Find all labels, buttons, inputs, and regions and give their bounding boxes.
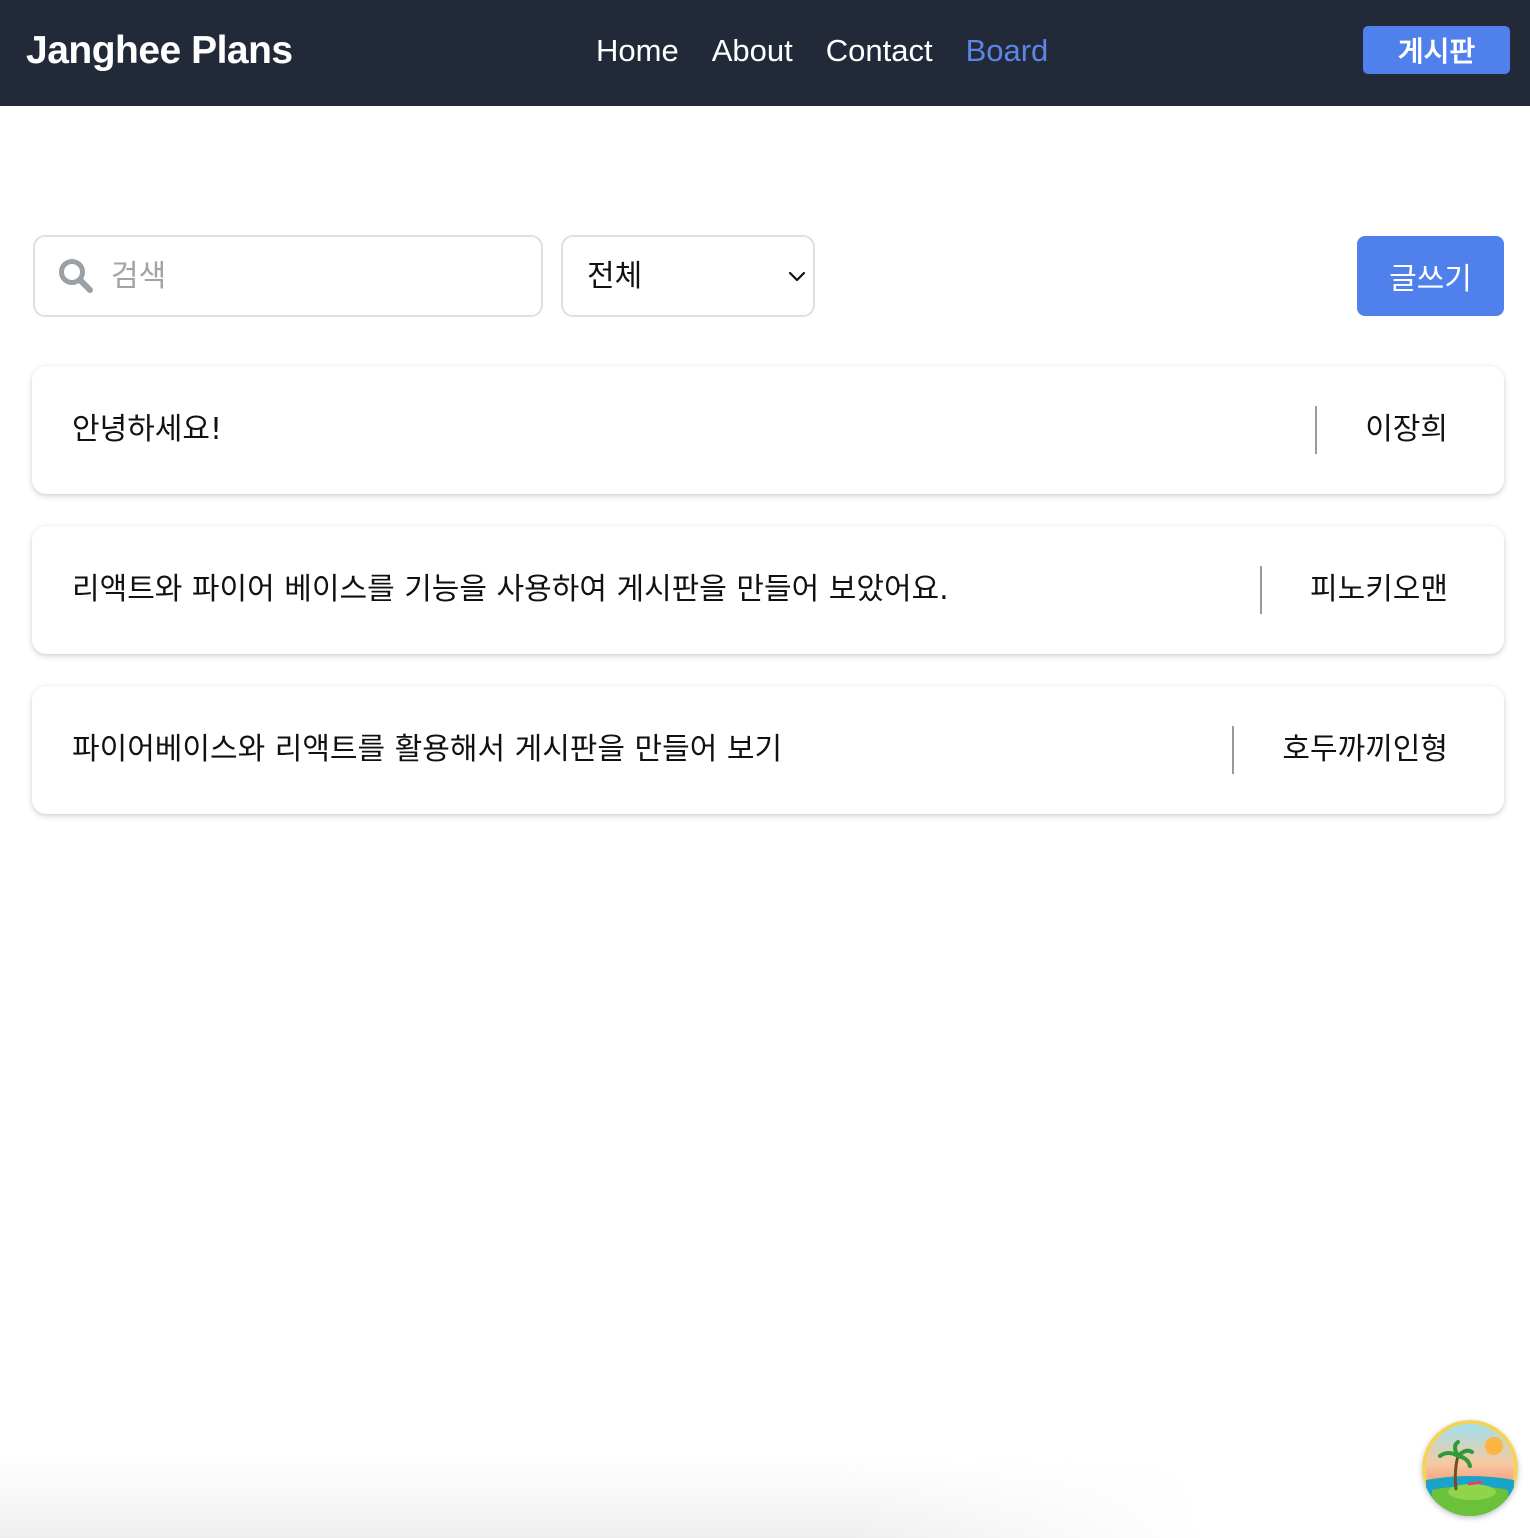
post-author: 이장희	[1365, 412, 1448, 447]
nav-about[interactable]: About	[712, 28, 793, 74]
post-card[interactable]: 안녕하세요! 이장희	[32, 366, 1504, 494]
category-selected-value: 전체	[587, 259, 643, 294]
post-author: 피노키오맨	[1310, 572, 1448, 607]
post-card[interactable]: 리액트와 파이어 베이스를 기능을 사용하여 게시판을 만들어 보았어요. 피노…	[32, 526, 1504, 654]
search-icon	[57, 257, 95, 295]
bottom-fade-shadow	[0, 1458, 1200, 1538]
post-author: 호두까끼인형	[1282, 732, 1448, 767]
nav-links: Home About Contact Board	[596, 28, 1048, 74]
post-title[interactable]: 안녕하세요!	[72, 410, 222, 450]
nav-contact[interactable]: Contact	[826, 28, 933, 74]
post-title[interactable]: 리액트와 파이어 베이스를 기능을 사용하여 게시판을 만들어 보았어요.	[72, 570, 949, 610]
beach-avatar-icon[interactable]	[1422, 1420, 1518, 1516]
post-divider	[1260, 566, 1262, 614]
post-divider	[1315, 406, 1318, 454]
post-card[interactable]: 파이어베이스와 리액트를 활용해서 게시판을 만들어 보기 호두까끼인형	[32, 686, 1504, 814]
post-meta: 이장희	[1315, 406, 1448, 454]
post-divider	[1232, 726, 1235, 774]
board-button[interactable]: 게시판	[1363, 26, 1510, 74]
chevron-down-icon	[787, 267, 807, 287]
nav-home[interactable]: Home	[596, 28, 679, 74]
write-post-button[interactable]: 글쓰기	[1357, 236, 1504, 316]
brand-logo[interactable]: Janghee Plans	[26, 26, 293, 76]
top-navbar: Janghee Plans Home About Contact Board 게…	[0, 0, 1530, 106]
category-select[interactable]: 전체	[561, 235, 815, 317]
search-box	[33, 235, 543, 317]
post-meta: 호두까끼인형	[1232, 726, 1448, 774]
post-title[interactable]: 파이어베이스와 리액트를 활용해서 게시판을 만들어 보기	[72, 730, 782, 770]
nav-board[interactable]: Board	[966, 28, 1049, 74]
post-meta: 피노키오맨	[1260, 566, 1448, 614]
search-input[interactable]	[111, 237, 531, 315]
